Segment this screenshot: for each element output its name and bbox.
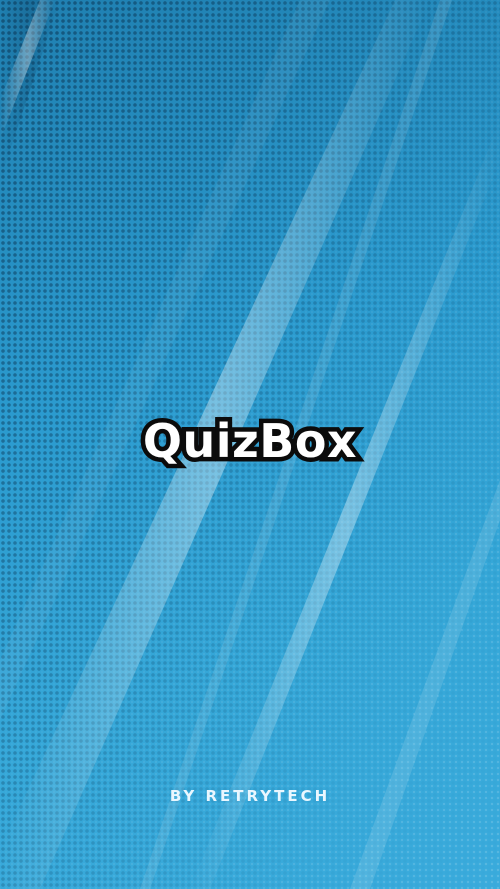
splash-screen: QuizBox BY RETRYTECH <box>0 0 500 889</box>
app-name: QuizBox <box>138 410 361 473</box>
app-logo: QuizBox <box>0 410 500 473</box>
streak-6 <box>0 0 330 720</box>
streak-5 <box>350 480 500 889</box>
byline: BY RETRYTECH <box>169 787 331 805</box>
streak-4 <box>190 120 500 889</box>
